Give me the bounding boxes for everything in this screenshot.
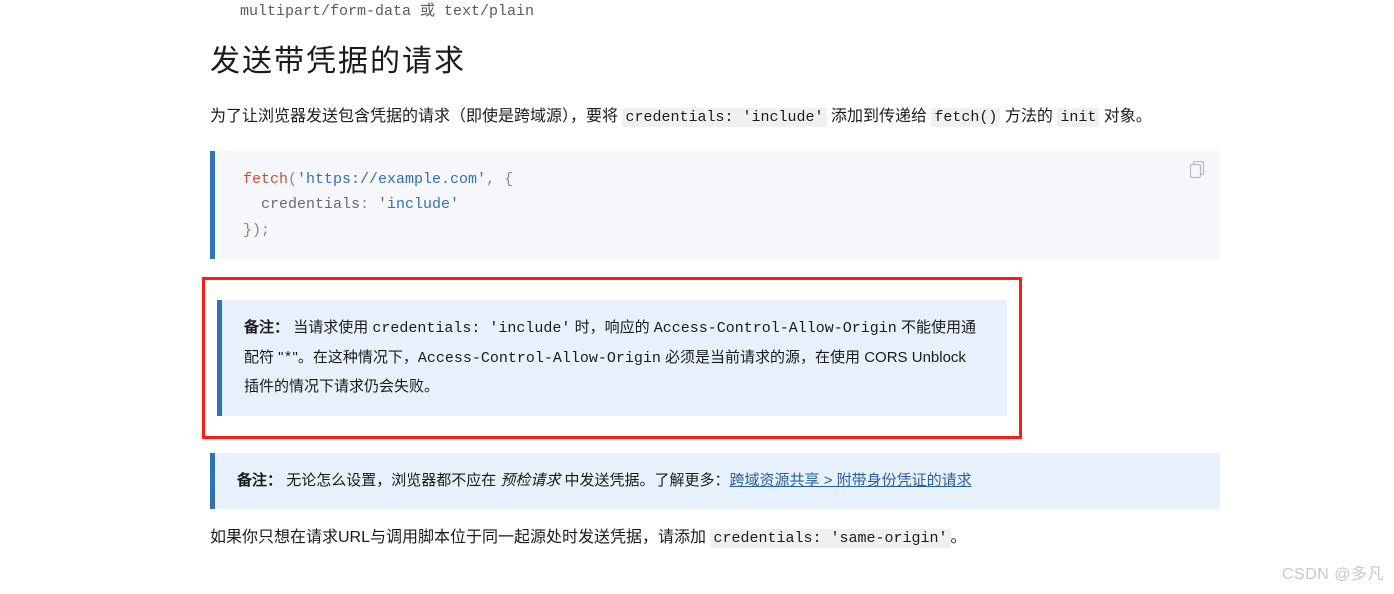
- inline-code-init: init: [1057, 108, 1099, 127]
- code-token-string: 'include': [378, 196, 459, 213]
- section-heading: 发送带凭据的请求: [210, 38, 1220, 86]
- code-block: fetch('https://example.com', { credentia…: [210, 151, 1220, 260]
- note-block-2: 备注： 无论怎么设置，浏览器都不应在 预检请求 中发送凭据。了解更多：跨域资源共…: [210, 453, 1220, 510]
- doc-link-cors-credentials[interactable]: 跨域资源共享 > 附带身份凭证的请求: [730, 472, 972, 489]
- outro-paragraph: 如果你只想在请求URL与调用脚本位于同一起源处时发送凭据，请添加 credent…: [210, 523, 1220, 554]
- note-text: 无论怎么设置，浏览器都不应在: [286, 472, 500, 489]
- note-text: 时，响应的: [570, 319, 653, 336]
- code-token: credentials: [243, 196, 360, 213]
- note-text: 当请求使用: [293, 319, 372, 336]
- code-token: :: [360, 196, 378, 213]
- note-block-1: 备注： 当请求使用 credentials: 'include' 时，响应的 A…: [217, 300, 1007, 416]
- inline-code: *: [284, 350, 293, 367]
- code-token-fn: fetch: [243, 171, 288, 188]
- code-token: });: [243, 222, 270, 239]
- inline-code: credentials: 'include': [372, 320, 570, 337]
- highlighted-note-container: 备注： 当请求使用 credentials: 'include' 时，响应的 A…: [202, 277, 1022, 439]
- inline-code: Access-Control-Allow-Origin: [418, 350, 661, 367]
- inline-code-fetch: fetch(): [931, 108, 1000, 127]
- note-text: 中发送凭据。了解更多：: [560, 472, 729, 489]
- intro-text: 添加到传递给: [827, 108, 932, 125]
- note-text: "。在这种情况下，: [293, 349, 418, 366]
- code-token: (: [288, 171, 297, 188]
- copy-icon[interactable]: [1190, 161, 1206, 179]
- intro-text: 为了让浏览器发送包含凭据的请求（即使是跨域源），要将: [210, 108, 622, 125]
- inline-code-same-origin: credentials: 'same-origin': [710, 529, 950, 548]
- prev-code-fragment: multipart/form-data 或 text/plain: [240, 0, 1394, 24]
- note-emphasis: 预检请求: [500, 472, 560, 489]
- inline-code-credentials-include: credentials: 'include': [622, 108, 826, 127]
- note-label: 备注：: [244, 319, 289, 336]
- intro-text: 方法的: [1000, 108, 1057, 125]
- code-token: , {: [486, 171, 513, 188]
- code-content: fetch('https://example.com', { credentia…: [243, 167, 1200, 244]
- note-label: 备注：: [237, 472, 282, 489]
- inline-code: Access-Control-Allow-Origin: [654, 320, 897, 337]
- outro-text: 。: [951, 529, 967, 546]
- intro-paragraph: 为了让浏览器发送包含凭据的请求（即使是跨域源），要将 credentials: …: [210, 102, 1220, 133]
- code-token-string: 'https://example.com': [297, 171, 486, 188]
- watermark: CSDN @多凡: [1282, 562, 1384, 588]
- intro-text: 对象。: [1099, 108, 1151, 125]
- outro-text: 如果你只想在请求URL与调用脚本位于同一起源处时发送凭据，请添加: [210, 529, 710, 546]
